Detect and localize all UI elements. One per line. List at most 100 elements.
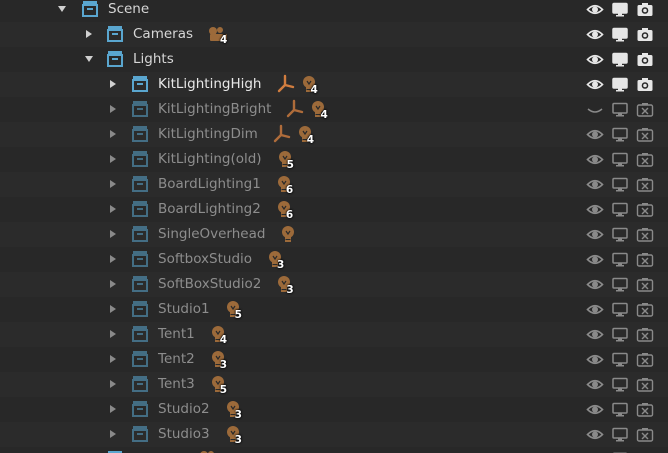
- camera-data-icon[interactable]: [198, 449, 230, 453]
- render-camera-icon[interactable]: [636, 1, 654, 18]
- viewport-monitor-icon[interactable]: [611, 151, 629, 168]
- collection-name[interactable]: Tent3: [158, 375, 195, 394]
- eye-icon[interactable]: [586, 276, 604, 293]
- collection-name[interactable]: SingleOverhead: [158, 225, 265, 244]
- expand-down-arrow-icon[interactable]: [56, 3, 68, 15]
- expand-right-arrow-icon[interactable]: [83, 28, 95, 40]
- light-bulb-icon[interactable]: 3: [209, 349, 241, 371]
- hide-closed-eye-icon[interactable]: [586, 101, 604, 118]
- eye-icon[interactable]: [586, 351, 604, 368]
- eye-icon[interactable]: [586, 151, 604, 168]
- collection-name[interactable]: KitLightingDim: [158, 125, 258, 144]
- viewport-monitor-icon[interactable]: [611, 376, 629, 393]
- outliner-row[interactable]: KitLightingBright 4: [0, 97, 668, 122]
- viewport-monitor-icon[interactable]: [611, 426, 629, 443]
- viewport-monitor-icon[interactable]: [611, 1, 629, 18]
- outliner-row[interactable]: [0, 447, 668, 453]
- light-bulb-icon[interactable]: 6: [275, 174, 307, 196]
- expand-right-arrow-icon[interactable]: [107, 378, 119, 390]
- viewport-monitor-icon[interactable]: [611, 201, 629, 218]
- light-bulb-icon[interactable]: 3: [266, 249, 298, 271]
- viewport-monitor-icon[interactable]: [611, 26, 629, 43]
- outliner-row[interactable]: SoftboxStudio 3: [0, 247, 668, 272]
- collection-name[interactable]: KitLightingHigh: [158, 75, 262, 94]
- collection-name[interactable]: KitLighting(old): [158, 150, 262, 169]
- eye-icon[interactable]: [586, 301, 604, 318]
- viewport-monitor-icon[interactable]: [611, 276, 629, 293]
- render-disabled-icon[interactable]: [636, 426, 654, 443]
- collection-name[interactable]: Studio1: [158, 300, 210, 319]
- outliner-row[interactable]: KitLighting(old) 5: [0, 147, 668, 172]
- viewport-monitor-icon[interactable]: [611, 326, 629, 343]
- expand-right-arrow-icon[interactable]: [107, 428, 119, 440]
- render-disabled-icon[interactable]: [636, 101, 654, 118]
- expand-right-arrow-icon[interactable]: [107, 153, 119, 165]
- light-bulb-icon[interactable]: [279, 224, 311, 246]
- viewport-monitor-icon[interactable]: [611, 226, 629, 243]
- eye-icon[interactable]: [586, 176, 604, 193]
- render-disabled-icon[interactable]: [636, 201, 654, 218]
- expand-right-arrow-icon[interactable]: [107, 103, 119, 115]
- light-bulb-icon[interactable]: 3: [224, 424, 256, 446]
- light-bulb-icon[interactable]: 5: [224, 299, 256, 321]
- viewport-monitor-icon[interactable]: [611, 401, 629, 418]
- outliner-row[interactable]: Cameras 4: [0, 22, 668, 47]
- outliner-row[interactable]: Scene: [0, 0, 668, 22]
- light-bulb-icon[interactable]: 3: [275, 274, 307, 296]
- render-disabled-icon[interactable]: [636, 176, 654, 193]
- eye-icon[interactable]: [586, 376, 604, 393]
- light-bulb-icon[interactable]: 4: [209, 324, 241, 346]
- eye-icon[interactable]: [586, 51, 604, 68]
- render-disabled-icon[interactable]: [636, 226, 654, 243]
- outliner-row[interactable]: SoftBoxStudio2 3: [0, 272, 668, 297]
- viewport-monitor-icon[interactable]: [611, 351, 629, 368]
- collection-name[interactable]: Studio2: [158, 400, 210, 419]
- outliner-row[interactable]: BoardLighting2 6: [0, 197, 668, 222]
- eye-icon[interactable]: [586, 126, 604, 143]
- collection-name[interactable]: Scene: [108, 0, 149, 19]
- expand-right-arrow-icon[interactable]: [107, 303, 119, 315]
- collection-name[interactable]: SoftboxStudio: [158, 250, 252, 269]
- outliner-row[interactable]: BoardLighting1 6: [0, 172, 668, 197]
- outliner-row[interactable]: Tent3 5: [0, 372, 668, 397]
- expand-down-arrow-icon[interactable]: [83, 53, 95, 65]
- viewport-monitor-icon[interactable]: [611, 176, 629, 193]
- eye-icon[interactable]: [586, 326, 604, 343]
- light-bulb-icon[interactable]: 6: [275, 199, 307, 221]
- light-bulb-icon[interactable]: 4: [300, 74, 332, 96]
- light-bulb-icon[interactable]: 3: [224, 399, 256, 421]
- outliner-row[interactable]: SingleOverhead: [0, 222, 668, 247]
- eye-icon[interactable]: [586, 226, 604, 243]
- expand-right-arrow-icon[interactable]: [107, 353, 119, 365]
- eye-icon[interactable]: [586, 1, 604, 18]
- expand-right-arrow-icon[interactable]: [107, 403, 119, 415]
- viewport-monitor-icon[interactable]: [611, 126, 629, 143]
- collection-name[interactable]: Tent2: [158, 350, 195, 369]
- collection-name[interactable]: Studio3: [158, 425, 210, 444]
- expand-right-arrow-icon[interactable]: [107, 228, 119, 240]
- collection-name[interactable]: Lights: [133, 50, 174, 69]
- outliner-row-active[interactable]: KitLightingHigh 4: [0, 72, 668, 97]
- render-disabled-icon[interactable]: [636, 376, 654, 393]
- render-disabled-icon[interactable]: [636, 351, 654, 368]
- outliner-row[interactable]: Studio3 3: [0, 422, 668, 447]
- collection-name[interactable]: Cameras: [133, 25, 193, 44]
- expand-right-arrow-icon[interactable]: [107, 253, 119, 265]
- eye-icon[interactable]: [586, 201, 604, 218]
- viewport-monitor-icon[interactable]: [611, 301, 629, 318]
- outliner-row[interactable]: Lights: [0, 47, 668, 72]
- eye-icon[interactable]: [586, 76, 604, 93]
- expand-right-arrow-icon[interactable]: [107, 203, 119, 215]
- expand-right-arrow-icon[interactable]: [107, 328, 119, 340]
- eye-icon[interactable]: [586, 251, 604, 268]
- eye-icon[interactable]: [586, 26, 604, 43]
- outliner-row[interactable]: Tent2 3: [0, 347, 668, 372]
- viewport-monitor-icon[interactable]: [611, 251, 629, 268]
- render-disabled-icon[interactable]: [636, 251, 654, 268]
- render-disabled-icon[interactable]: [636, 301, 654, 318]
- outliner-row[interactable]: KitLightingDim 4: [0, 122, 668, 147]
- eye-icon[interactable]: [586, 426, 604, 443]
- viewport-monitor-icon[interactable]: [611, 101, 629, 118]
- light-bulb-icon[interactable]: 4: [296, 124, 328, 146]
- outliner-row[interactable]: Tent1 4: [0, 322, 668, 347]
